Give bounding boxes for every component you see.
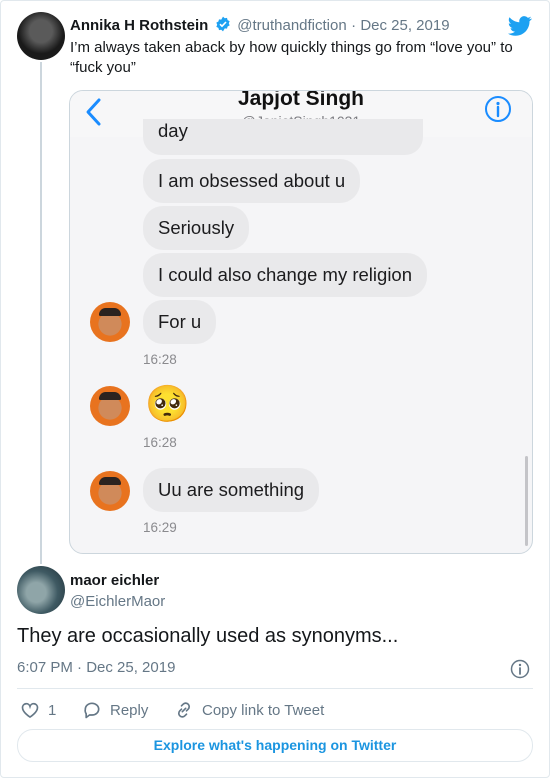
- chat-bubble: Uu are something: [143, 468, 320, 512]
- info-icon[interactable]: [510, 659, 530, 679]
- chat-scrollbar: [525, 456, 528, 546]
- author-name[interactable]: Annika H Rothstein: [70, 17, 208, 34]
- like-count: 1: [48, 701, 57, 719]
- reply-label: Reply: [110, 701, 149, 719]
- chat-bubble: I could also change my religion: [143, 253, 428, 297]
- author-avatar[interactable]: [17, 12, 65, 60]
- reply-text: They are occasionally used as synonyms..…: [17, 625, 399, 647]
- chat-contact-name: Japjot Singh: [238, 90, 364, 110]
- copy-link-button[interactable]: Copy link to Tweet: [174, 700, 324, 720]
- message-time: 16:29: [143, 520, 177, 535]
- pleading-face-emoji: 🥺: [145, 383, 190, 424]
- like-button[interactable]: 1: [20, 700, 56, 720]
- reply-button[interactable]: Reply: [82, 700, 148, 720]
- thread-line: [40, 62, 42, 564]
- message-time: 16:28: [143, 352, 177, 367]
- verified-icon: [216, 16, 230, 32]
- heart-icon: [21, 702, 39, 719]
- chat-bubble: Seriously: [143, 206, 250, 250]
- chat-bubble: For u: [143, 300, 217, 344]
- explore-twitter-button[interactable]: Explore what's happening on Twitter: [17, 729, 533, 762]
- tweet-media-screenshot[interactable]: Japjot Singh @JapjotSingh1031 day I am o…: [69, 90, 533, 554]
- contact-avatar: [90, 471, 130, 511]
- author-handle[interactable]: @truthandfiction: [237, 17, 346, 34]
- divider: [17, 688, 533, 689]
- copy-link-label: Copy link to Tweet: [202, 701, 325, 719]
- chat-bubble: I am obsessed about u: [143, 159, 361, 203]
- contact-avatar: [90, 302, 130, 342]
- twitter-bird-icon[interactable]: [508, 14, 532, 38]
- tweet-date[interactable]: · Dec 25, 2019: [351, 17, 449, 34]
- chat-bubble: day: [143, 119, 423, 155]
- tweet-text: I’m always taken aback by how quickly th…: [70, 39, 513, 76]
- reply-timestamp[interactable]: 6:07 PM · Dec 25, 2019: [17, 659, 175, 676]
- reply-author-name[interactable]: maor eichler: [70, 572, 159, 589]
- info-circle-icon: [485, 96, 511, 122]
- reply-bubble-icon: [84, 702, 100, 719]
- contact-avatar: [90, 386, 130, 426]
- tweet-header: Annika H Rothstein @truthandfiction · De…: [70, 16, 450, 35]
- reply-author-handle[interactable]: @EichlerMaor: [70, 593, 165, 610]
- message-time: 16:28: [143, 435, 177, 450]
- link-icon: [177, 702, 191, 718]
- reply-author-avatar[interactable]: [17, 566, 65, 614]
